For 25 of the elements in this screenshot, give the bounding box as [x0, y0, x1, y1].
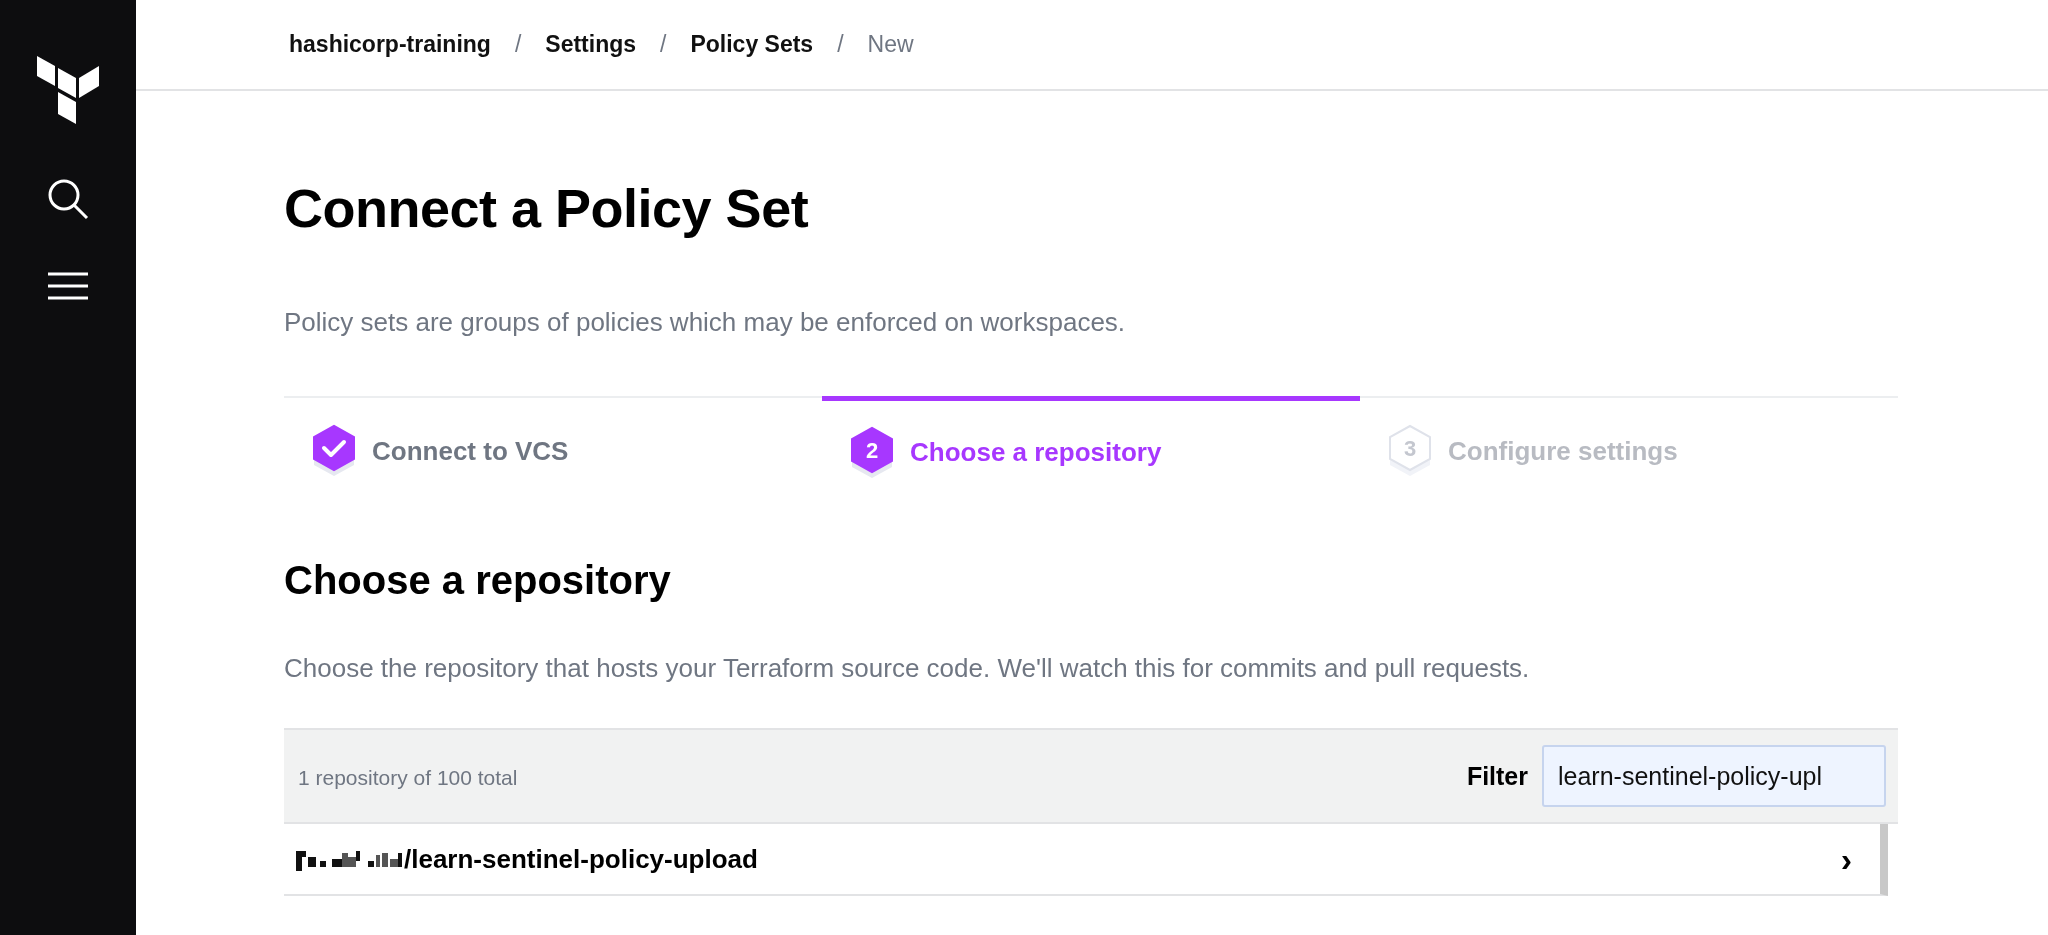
page-title: Connect a Policy Set [284, 177, 810, 239]
repository-row[interactable]: /learn-sentinel-policy-upload › [284, 824, 1888, 896]
chevron-icon: › [1840, 842, 1852, 876]
search-icon[interactable] [47, 178, 89, 220]
filter-field[interactable]: learn-sentinel-policy-upl [1542, 745, 1886, 807]
page-description: Policy sets are groups of policies which may be enforced on workspaces. [284, 307, 1127, 338]
breadcrumb-link[interactable]: Settings [545, 31, 637, 58]
step-label: Choose a repository [910, 437, 1162, 468]
breadcrumb-link[interactable]: New [867, 31, 914, 58]
breadcrumb-link[interactable]: Policy Sets [690, 31, 814, 58]
menu-icon[interactable] [47, 272, 89, 300]
logo-icon[interactable] [37, 56, 99, 124]
section-title: Choose a repository [284, 558, 672, 603]
filter-label: Filter [1466, 761, 1528, 791]
breadcrumb-separator: / [837, 31, 844, 58]
repository-count: 1 repository of 100 total [298, 765, 519, 790]
step-number-hexagon: 2 [848, 425, 896, 480]
step-number-hexagon: 3 [1386, 424, 1434, 478]
breadcrumb-separator: / [660, 31, 667, 58]
repository-name: /learn-sentinel-policy-upload [404, 843, 758, 875]
breadcrumb-link[interactable]: hashicorp-training [289, 31, 491, 58]
step-label: Connect to VCS [372, 435, 569, 467]
section-description: Choose the repository that hosts your Terraform source code. We'll watch this for commits and pull requests. [284, 653, 1531, 684]
breadcrumb-separator: / [514, 31, 522, 58]
step-label: Configure settings [1448, 435, 1678, 467]
